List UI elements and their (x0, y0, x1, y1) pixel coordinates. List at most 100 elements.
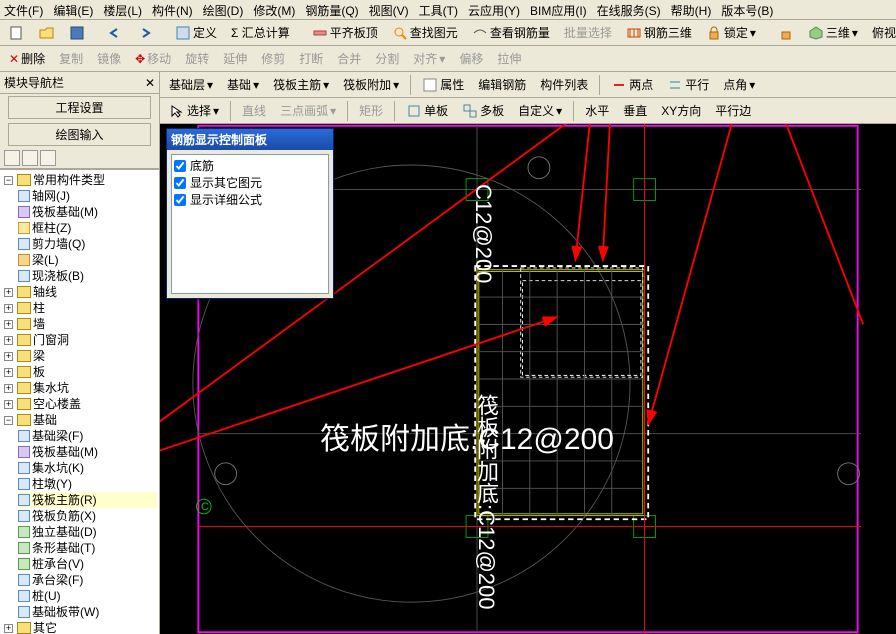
trim-button[interactable]: 修剪 (256, 48, 290, 69)
menu-modify[interactable]: 修改(M) (253, 2, 295, 17)
level-button[interactable]: 水平 (580, 100, 614, 121)
tree-axis-net[interactable]: 轴网(J) (18, 188, 157, 204)
tree-axis[interactable]: +轴线 (4, 284, 157, 300)
tree-strip-foot[interactable]: 条形基础(T) (18, 540, 157, 556)
new-icon[interactable] (4, 23, 30, 43)
rect-button[interactable]: 矩形 (354, 100, 388, 121)
menu-help[interactable]: 帮助(H) (671, 2, 712, 17)
tree-column[interactable]: +柱 (4, 300, 157, 316)
menu-online[interactable]: 在线服务(S) (597, 2, 661, 17)
custom-button[interactable]: 自定义▾ (513, 100, 567, 121)
check-bottom[interactable]: 底筋 (174, 157, 326, 174)
save-icon[interactable] (64, 23, 90, 43)
menu-file[interactable]: 文件(F) (4, 2, 43, 17)
rebar-display-panel[interactable]: 钢筋显示控制面板 底筋 显示其它图元 显示详细公式 (166, 128, 334, 299)
xy-button[interactable]: XY方向 (656, 100, 706, 121)
redo-icon[interactable] (132, 23, 158, 43)
tree-pile-cap[interactable]: 桩承台(V) (18, 556, 157, 572)
menu-bim[interactable]: BIM应用(I) (530, 2, 587, 17)
stretch-button[interactable]: 拉伸 (492, 48, 526, 69)
vert-button[interactable]: 垂直 (618, 100, 652, 121)
menu-rebar[interactable]: 钢筋量(Q) (305, 2, 358, 17)
base-layer-select[interactable]: 基础层▾ (164, 74, 218, 95)
batch-select-button[interactable]: 批量选择 (559, 22, 617, 43)
component-list-button[interactable]: 构件列表 (535, 74, 593, 95)
line-button[interactable]: 直线 (237, 100, 271, 121)
project-settings-button[interactable]: 工程设置 (8, 96, 151, 119)
move-button[interactable]: ✥移动 (130, 48, 176, 69)
lock-button[interactable]: 锁定▾ (701, 22, 761, 43)
tree-raft-base2[interactable]: 筏板基础(M) (18, 444, 157, 460)
check-formula[interactable]: 显示详细公式 (174, 191, 326, 208)
menu-cloud[interactable]: 云应用(Y) (468, 2, 520, 17)
tree-sump[interactable]: +集水坑 (4, 380, 157, 396)
open-icon[interactable] (34, 23, 60, 43)
rotate-button[interactable]: 旋转 (180, 48, 214, 69)
raft-add-select[interactable]: 筏板附加▾ (338, 74, 404, 95)
delete-button[interactable]: ✕删除 (4, 48, 50, 69)
two-point-button[interactable]: 两点 (606, 74, 658, 95)
top-view-button[interactable]: 俯视 (867, 22, 896, 43)
find-button[interactable]: 查找图元 (387, 22, 463, 43)
pin-icon[interactable]: ✕ (145, 76, 155, 90)
extend-button[interactable]: 延伸 (218, 48, 252, 69)
break-button[interactable]: 打断 (294, 48, 328, 69)
sum-button[interactable]: Σ 汇总计算 (226, 22, 295, 43)
edit-rebar-button[interactable]: 编辑钢筋 (473, 74, 531, 95)
check-other[interactable]: 显示其它图元 (174, 174, 326, 191)
copy-button[interactable]: 复制 (54, 48, 88, 69)
unlock-icon[interactable] (773, 23, 799, 43)
tree-frame-col[interactable]: 框柱(Z) (18, 220, 157, 236)
view-rebar-button[interactable]: 查看钢筋量 (467, 22, 555, 43)
offset-button[interactable]: 偏移 (454, 48, 488, 69)
tree-hollow[interactable]: +空心楼盖 (4, 396, 157, 412)
tree-raft-neg[interactable]: 筏板负筋(X) (18, 508, 157, 524)
tree-other[interactable]: +其它 (4, 620, 157, 634)
multi-button[interactable]: 多板 (457, 100, 509, 121)
draw-input-button[interactable]: 绘图输入 (8, 123, 151, 146)
undo-icon[interactable] (102, 23, 128, 43)
corner-button[interactable]: 点角▾ (718, 74, 760, 95)
define-button[interactable]: 定义 (170, 22, 222, 43)
tree-pillar[interactable]: 柱墩(Y) (18, 476, 157, 492)
tree-base-beam[interactable]: 基础梁(F) (18, 428, 157, 444)
tree-pile[interactable]: 桩(U) (18, 588, 157, 604)
arc-button[interactable]: 三点画弧▾ (275, 100, 341, 121)
tree-sump-k[interactable]: 集水坑(K) (18, 460, 157, 476)
panel-title[interactable]: 钢筋显示控制面板 (167, 129, 333, 150)
menu-component[interactable]: 构件(N) (152, 2, 193, 17)
menu-view[interactable]: 视图(V) (369, 2, 409, 17)
collapse-all-icon[interactable] (4, 150, 20, 166)
raft-main-select[interactable]: 筏板主筋▾ (268, 74, 334, 95)
tree-root[interactable]: −常用构件类型 (4, 172, 157, 188)
parallel-side-button[interactable]: 平行边 (710, 100, 756, 121)
component-tree[interactable]: −常用构件类型 轴网(J) 筏板基础(M) 框柱(Z) 剪力墙(Q) 梁(L) … (0, 169, 159, 634)
tree-pile-bear[interactable]: 承台梁(F) (18, 572, 157, 588)
tree-icon[interactable] (40, 150, 56, 166)
menu-draw[interactable]: 绘图(D) (203, 2, 244, 17)
tree-slab[interactable]: +板 (4, 364, 157, 380)
view-mode-select[interactable]: 三维▾ (803, 22, 863, 43)
mirror-button[interactable]: 镜像 (92, 48, 126, 69)
tree-iso-foot[interactable]: 独立基础(D) (18, 524, 157, 540)
split-button[interactable]: 分割 (370, 48, 404, 69)
merge-button[interactable]: 合并 (332, 48, 366, 69)
base-item-select[interactable]: 基础▾ (222, 74, 264, 95)
tree-cast-slab[interactable]: 现浇板(B) (18, 268, 157, 284)
property-button[interactable]: 属性 (417, 74, 469, 95)
expand-icon[interactable] (22, 150, 38, 166)
menu-version[interactable]: 版本号(B) (721, 2, 773, 17)
menu-edit[interactable]: 编辑(E) (53, 2, 93, 17)
single-button[interactable]: 单板 (401, 100, 453, 121)
tree-wall[interactable]: +墙 (4, 316, 157, 332)
tree-opening[interactable]: +门窗洞 (4, 332, 157, 348)
menu-floor[interactable]: 楼层(L) (103, 2, 142, 17)
tree-beam-l[interactable]: 梁(L) (18, 252, 157, 268)
tree-raft-main[interactable]: 筏板主筋(R) (18, 492, 157, 508)
align-button[interactable]: 对齐▾ (408, 48, 450, 69)
select-button[interactable]: 选择▾ (164, 100, 224, 121)
parallel-button[interactable]: 平行 (662, 74, 714, 95)
rebar-3d-button[interactable]: 钢筋三维 (621, 22, 697, 43)
flat-top-button[interactable]: 平齐板顶 (307, 22, 383, 43)
tree-base[interactable]: −基础 (4, 412, 157, 428)
